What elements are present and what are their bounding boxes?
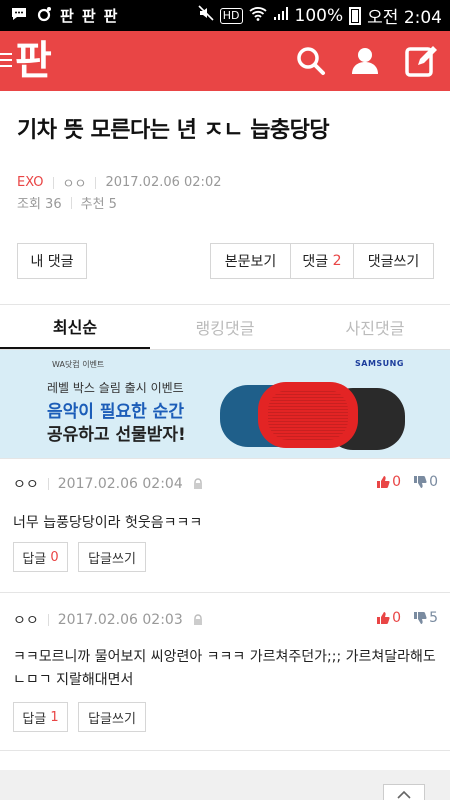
upvote-button[interactable]: 0 xyxy=(376,610,401,626)
banner-line1: 레벨 박스 슬림 출시 이벤트 xyxy=(47,381,184,395)
reply-count: 1 xyxy=(50,709,59,725)
signal-icon xyxy=(273,6,289,26)
post-title: 기차 뜻 모른다는 년 ㅈㄴ 늡충당당 xyxy=(17,118,330,143)
post-meta: EXO ㅇㅇ 2017.02.06 02:02 xyxy=(17,173,221,192)
divider xyxy=(47,614,49,626)
comments-label: 댓글 xyxy=(302,254,329,270)
thumbs-down-icon xyxy=(414,476,427,488)
comment-votes: 0 0 xyxy=(376,474,438,490)
hd-voice-badge: HD xyxy=(219,7,243,24)
app-header: 판 xyxy=(0,31,450,91)
thumbs-down-icon xyxy=(414,612,427,624)
comment-header: ㅇㅇ 2017.02.06 02:03 xyxy=(13,610,204,630)
report-icon[interactable] xyxy=(192,478,204,490)
tab-latest[interactable]: 최신순 xyxy=(0,305,150,349)
clock: 오전 2:04 xyxy=(367,8,442,28)
reply-count: 0 xyxy=(50,549,59,565)
reply-button[interactable]: 답글 1 xyxy=(13,702,68,732)
banner-line3: 공유하고 선물받자! xyxy=(47,425,186,445)
notification-o-icon xyxy=(36,6,52,25)
post-stats: 조회 36 추천 5 xyxy=(17,193,117,212)
comments-count: 2 xyxy=(332,253,342,269)
tab-photo[interactable]: 사진댓글 xyxy=(300,305,450,349)
user-icon xyxy=(352,48,378,74)
write-reply-button[interactable]: 답글쓰기 xyxy=(78,542,146,572)
comment-author: ㅇㅇ xyxy=(13,613,39,629)
upvote-count: 0 xyxy=(392,474,402,490)
battery-icon xyxy=(349,6,362,25)
comment-header: ㅇㅇ 2017.02.06 02:04 xyxy=(13,474,204,494)
status-bar: 판 판 판 HD 100% 오전 2:04 xyxy=(0,0,450,31)
comment-author: ㅇㅇ xyxy=(13,477,39,493)
divider xyxy=(0,592,450,593)
upvote-count: 0 xyxy=(392,610,402,626)
banner-brand: SAMSUNG xyxy=(355,359,404,368)
tab-ranking[interactable]: 랭킹댓글 xyxy=(150,305,300,349)
reply-button[interactable]: 답글 0 xyxy=(13,542,68,572)
edit-icon xyxy=(405,46,437,77)
scroll-to-top-button[interactable] xyxy=(383,784,425,800)
divider xyxy=(70,196,72,209)
ad-banner[interactable]: WA닷컴 이벤트 SAMSUNG 레벨 박스 슬림 출시 이벤트 음악이 필요한… xyxy=(0,350,450,458)
chevron-up-icon xyxy=(397,790,411,799)
upvote-button[interactable]: 0 xyxy=(376,474,401,490)
downvote-button[interactable]: 5 xyxy=(413,610,438,626)
comment-date: 2017.02.06 02:04 xyxy=(57,476,183,492)
pan-notification: 판 xyxy=(81,7,96,25)
pan-notification: 판 xyxy=(60,7,74,25)
divider xyxy=(52,176,54,189)
post-category[interactable]: EXO xyxy=(17,175,44,190)
write-reply-button[interactable]: 답글쓰기 xyxy=(78,702,146,732)
downvote-count: 5 xyxy=(429,610,438,626)
view-post-button[interactable]: 본문보기 xyxy=(210,243,291,279)
downvote-count: 0 xyxy=(429,474,438,490)
banner-line2: 음악이 필요한 순간 xyxy=(47,402,184,422)
my-comments-button[interactable]: 내 댓글 xyxy=(17,243,87,279)
comments-button[interactable]: 댓글 2 xyxy=(291,243,354,279)
reply-label: 답글 xyxy=(22,711,47,727)
divider xyxy=(0,458,450,459)
menu-icon[interactable] xyxy=(0,53,14,67)
pan-notification: 판 xyxy=(103,7,118,25)
divider xyxy=(0,750,450,751)
thumbs-up-icon xyxy=(377,476,390,488)
comment-body: 너무 늡풍당당이라 헛웃음ㅋㅋㅋ xyxy=(13,515,203,531)
post-date: 2017.02.06 02:02 xyxy=(105,175,222,190)
comment-date: 2017.02.06 02:03 xyxy=(57,612,183,628)
post-author: ㅇㅇ xyxy=(62,177,87,192)
post-action-group: 본문보기 댓글 2 댓글쓰기 xyxy=(210,243,434,279)
comment-votes: 0 5 xyxy=(376,610,438,626)
wifi-icon xyxy=(248,6,267,26)
banner-event-label: WA닷컴 이벤트 xyxy=(52,360,105,369)
write-comment-button[interactable]: 댓글쓰기 xyxy=(354,243,434,279)
downvote-button[interactable]: 0 xyxy=(413,474,438,490)
thumbs-up-icon xyxy=(377,612,390,624)
mute-icon xyxy=(198,5,214,26)
chat-bubble-icon xyxy=(10,6,28,25)
report-icon[interactable] xyxy=(192,614,204,626)
profile-button[interactable] xyxy=(347,43,383,79)
comment-sort-tabs: 최신순 랭킹댓글 사진댓글 xyxy=(0,305,450,350)
reply-label: 답글 xyxy=(22,551,47,567)
speaker-image-red xyxy=(258,382,358,448)
pann-logo[interactable]: 판 xyxy=(15,37,52,85)
divider xyxy=(47,478,49,490)
divider xyxy=(95,176,97,189)
battery-percent: 100% xyxy=(294,5,344,26)
search-button[interactable] xyxy=(293,43,329,79)
recommend-count: 추천 5 xyxy=(80,197,117,212)
write-post-button[interactable] xyxy=(403,43,439,79)
view-count: 조회 36 xyxy=(17,197,62,212)
search-icon xyxy=(297,47,325,75)
comment-body: ㅋㅋ모르니까 물어보지 씨앙련아 ㅋㅋㅋ 가르쳐주던가;;; 가르쳐달라해도 ㄴ… xyxy=(13,649,436,688)
